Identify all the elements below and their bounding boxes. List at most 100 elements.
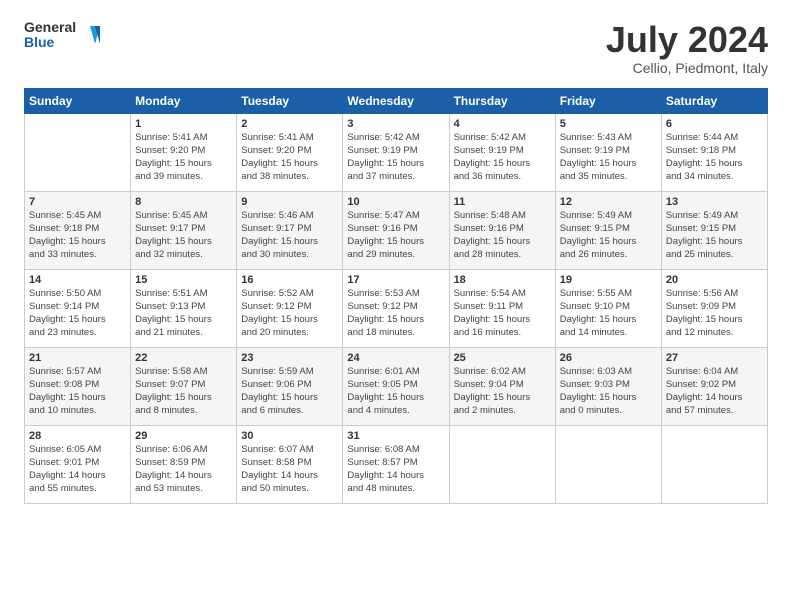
day-info: Sunrise: 5:42 AM Sunset: 9:19 PM Dayligh… <box>347 132 444 183</box>
calendar-cell: 13Sunrise: 5:49 AM Sunset: 9:15 PM Dayli… <box>661 191 767 269</box>
day-number: 17 <box>347 273 444 288</box>
day-number: 19 <box>560 273 657 288</box>
title-block: July 2024 Cellio, Piedmont, Italy <box>606 20 768 76</box>
header: General Blue July 2024 Cellio, Piedmont,… <box>24 20 768 76</box>
calendar-cell: 4Sunrise: 5:42 AM Sunset: 9:19 PM Daylig… <box>449 113 555 191</box>
day-number: 31 <box>347 429 444 444</box>
day-number: 29 <box>135 429 232 444</box>
day-number: 9 <box>241 195 338 210</box>
day-info: Sunrise: 6:06 AM Sunset: 8:59 PM Dayligh… <box>135 444 232 495</box>
col-thursday: Thursday <box>449 88 555 113</box>
day-info: Sunrise: 5:59 AM Sunset: 9:06 PM Dayligh… <box>241 366 338 417</box>
calendar-cell <box>555 425 661 503</box>
day-info: Sunrise: 5:48 AM Sunset: 9:16 PM Dayligh… <box>454 210 551 261</box>
day-info: Sunrise: 5:45 AM Sunset: 9:18 PM Dayligh… <box>29 210 126 261</box>
logo-line2: Blue <box>24 35 76 50</box>
day-number: 1 <box>135 117 232 132</box>
day-number: 22 <box>135 351 232 366</box>
calendar-cell: 1Sunrise: 5:41 AM Sunset: 9:20 PM Daylig… <box>131 113 237 191</box>
calendar-cell: 22Sunrise: 5:58 AM Sunset: 9:07 PM Dayli… <box>131 347 237 425</box>
calendar-cell: 26Sunrise: 6:03 AM Sunset: 9:03 PM Dayli… <box>555 347 661 425</box>
day-number: 10 <box>347 195 444 210</box>
day-info: Sunrise: 6:07 AM Sunset: 8:58 PM Dayligh… <box>241 444 338 495</box>
day-info: Sunrise: 5:47 AM Sunset: 9:16 PM Dayligh… <box>347 210 444 261</box>
calendar-cell <box>25 113 131 191</box>
day-number: 11 <box>454 195 551 210</box>
day-number: 30 <box>241 429 338 444</box>
day-info: Sunrise: 6:05 AM Sunset: 9:01 PM Dayligh… <box>29 444 126 495</box>
calendar-cell: 25Sunrise: 6:02 AM Sunset: 9:04 PM Dayli… <box>449 347 555 425</box>
day-number: 12 <box>560 195 657 210</box>
calendar-cell: 21Sunrise: 5:57 AM Sunset: 9:08 PM Dayli… <box>25 347 131 425</box>
day-number: 25 <box>454 351 551 366</box>
day-number: 3 <box>347 117 444 132</box>
day-info: Sunrise: 5:44 AM Sunset: 9:18 PM Dayligh… <box>666 132 763 183</box>
day-info: Sunrise: 5:49 AM Sunset: 9:15 PM Dayligh… <box>666 210 763 261</box>
logo: General Blue <box>24 20 102 51</box>
calendar-table: Sunday Monday Tuesday Wednesday Thursday… <box>24 88 768 504</box>
calendar-week-row: 7Sunrise: 5:45 AM Sunset: 9:18 PM Daylig… <box>25 191 768 269</box>
day-info: Sunrise: 5:43 AM Sunset: 9:19 PM Dayligh… <box>560 132 657 183</box>
calendar-cell: 6Sunrise: 5:44 AM Sunset: 9:18 PM Daylig… <box>661 113 767 191</box>
calendar-cell: 19Sunrise: 5:55 AM Sunset: 9:10 PM Dayli… <box>555 269 661 347</box>
page-container: General Blue July 2024 Cellio, Piedmont,… <box>0 0 792 520</box>
day-info: Sunrise: 5:45 AM Sunset: 9:17 PM Dayligh… <box>135 210 232 261</box>
calendar-cell <box>449 425 555 503</box>
logo-text: General Blue <box>24 20 76 51</box>
day-number: 2 <box>241 117 338 132</box>
calendar-cell: 30Sunrise: 6:07 AM Sunset: 8:58 PM Dayli… <box>237 425 343 503</box>
calendar-cell: 8Sunrise: 5:45 AM Sunset: 9:17 PM Daylig… <box>131 191 237 269</box>
day-number: 18 <box>454 273 551 288</box>
day-number: 23 <box>241 351 338 366</box>
day-number: 14 <box>29 273 126 288</box>
day-info: Sunrise: 6:03 AM Sunset: 9:03 PM Dayligh… <box>560 366 657 417</box>
day-number: 8 <box>135 195 232 210</box>
calendar-cell: 5Sunrise: 5:43 AM Sunset: 9:19 PM Daylig… <box>555 113 661 191</box>
calendar-cell: 3Sunrise: 5:42 AM Sunset: 9:19 PM Daylig… <box>343 113 449 191</box>
day-info: Sunrise: 6:01 AM Sunset: 9:05 PM Dayligh… <box>347 366 444 417</box>
day-info: Sunrise: 6:08 AM Sunset: 8:57 PM Dayligh… <box>347 444 444 495</box>
col-wednesday: Wednesday <box>343 88 449 113</box>
day-info: Sunrise: 5:55 AM Sunset: 9:10 PM Dayligh… <box>560 288 657 339</box>
calendar-cell: 7Sunrise: 5:45 AM Sunset: 9:18 PM Daylig… <box>25 191 131 269</box>
day-info: Sunrise: 5:58 AM Sunset: 9:07 PM Dayligh… <box>135 366 232 417</box>
day-number: 20 <box>666 273 763 288</box>
day-info: Sunrise: 5:54 AM Sunset: 9:11 PM Dayligh… <box>454 288 551 339</box>
month-title: July 2024 <box>606 20 768 60</box>
calendar-week-row: 14Sunrise: 5:50 AM Sunset: 9:14 PM Dayli… <box>25 269 768 347</box>
day-number: 4 <box>454 117 551 132</box>
calendar-cell: 20Sunrise: 5:56 AM Sunset: 9:09 PM Dayli… <box>661 269 767 347</box>
calendar-cell: 16Sunrise: 5:52 AM Sunset: 9:12 PM Dayli… <box>237 269 343 347</box>
calendar-week-row: 1 Sunrise: 5:41 AM Sunset: 9:20 PM Daylig… <box>25 113 768 191</box>
day-number: 7 <box>29 195 126 210</box>
calendar-cell: 14Sunrise: 5:50 AM Sunset: 9:14 PM Dayli… <box>25 269 131 347</box>
col-friday: Friday <box>555 88 661 113</box>
calendar-cell: 27Sunrise: 6:04 AM Sunset: 9:02 PM Dayli… <box>661 347 767 425</box>
calendar-cell: 10Sunrise: 5:47 AM Sunset: 9:16 PM Dayli… <box>343 191 449 269</box>
day-info: Sunrise: 5:42 AM Sunset: 9:19 PM Dayligh… <box>454 132 551 183</box>
calendar-cell: 12Sunrise: 5:49 AM Sunset: 9:15 PM Dayli… <box>555 191 661 269</box>
day-number: 6 <box>666 117 763 132</box>
col-tuesday: Tuesday <box>237 88 343 113</box>
day-info: Sunrise: 5:56 AM Sunset: 9:09 PM Dayligh… <box>666 288 763 339</box>
calendar-cell: 11Sunrise: 5:48 AM Sunset: 9:16 PM Dayli… <box>449 191 555 269</box>
day-info: Sunrise: 6:02 AM Sunset: 9:04 PM Dayligh… <box>454 366 551 417</box>
day-number: 24 <box>347 351 444 366</box>
day-number: 27 <box>666 351 763 366</box>
day-info: Sunrise: 5:46 AM Sunset: 9:17 PM Dayligh… <box>241 210 338 261</box>
calendar-cell: 18Sunrise: 5:54 AM Sunset: 9:11 PM Dayli… <box>449 269 555 347</box>
calendar-cell: 9Sunrise: 5:46 AM Sunset: 9:17 PM Daylig… <box>237 191 343 269</box>
col-sunday: Sunday <box>25 88 131 113</box>
header-row: Sunday Monday Tuesday Wednesday Thursday… <box>25 88 768 113</box>
day-info: Sunrise: 5:41 AM Sunset: 9:20 PM Dayligh… <box>241 132 338 183</box>
calendar-week-row: 21Sunrise: 5:57 AM Sunset: 9:08 PM Dayli… <box>25 347 768 425</box>
calendar-cell: 15Sunrise: 5:51 AM Sunset: 9:13 PM Dayli… <box>131 269 237 347</box>
day-info: Sunrise: 5:57 AM Sunset: 9:08 PM Dayligh… <box>29 366 126 417</box>
calendar-body: 1 Sunrise: 5:41 AM Sunset: 9:20 PM Daylig… <box>25 113 768 503</box>
calendar-cell: 29Sunrise: 6:06 AM Sunset: 8:59 PM Dayli… <box>131 425 237 503</box>
logo-line1: General <box>24 20 76 35</box>
day-number: 28 <box>29 429 126 444</box>
day-number: 13 <box>666 195 763 210</box>
day-info: Sunrise: 5:50 AM Sunset: 9:14 PM Dayligh… <box>29 288 126 339</box>
calendar-cell: 17Sunrise: 5:53 AM Sunset: 9:12 PM Dayli… <box>343 269 449 347</box>
